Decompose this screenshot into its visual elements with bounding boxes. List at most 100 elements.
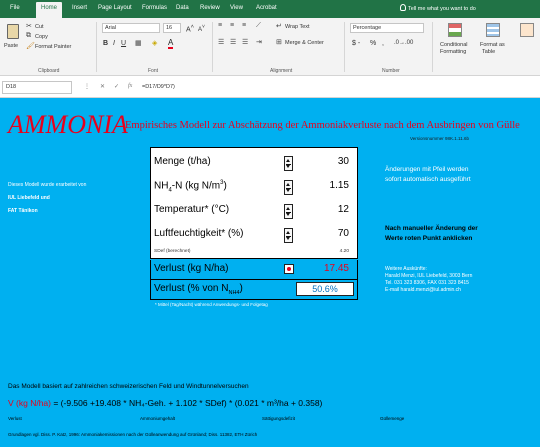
sdef-label: SDef (berechnet): [154, 249, 191, 254]
group-divider: [344, 22, 345, 72]
tab-data[interactable]: Data: [176, 5, 189, 11]
tell-me-box[interactable]: Tell me what you want to do: [400, 4, 476, 12]
align-left-icon[interactable]: ☰: [218, 38, 224, 46]
format-as-table-label-2: Table: [482, 49, 496, 55]
grow-font-icon[interactable]: A˄: [186, 24, 194, 33]
author-note-iul: IUL Liebefeld und: [8, 195, 50, 201]
formula-input[interactable]: =D17/D9*D7): [142, 84, 175, 90]
percent-button[interactable]: %: [370, 40, 376, 47]
menge-spinner[interactable]: [284, 156, 293, 171]
cancel-icon[interactable]: ✕: [100, 83, 105, 90]
loss-percent-label-close: ): [239, 283, 243, 294]
tab-home[interactable]: Home: [36, 2, 63, 18]
increase-decimal-button[interactable]: .0→.00: [394, 40, 413, 46]
cell-styles-icon[interactable]: [520, 23, 534, 37]
borders-icon[interactable]: ▦: [135, 39, 142, 47]
insert-function-icon[interactable]: fx: [128, 83, 132, 89]
recalculate-button[interactable]: [284, 264, 294, 274]
font-size-value: 16: [166, 25, 173, 31]
luftfeuchtigkeit-label: Luftfeuchtigkeit* (%): [154, 228, 244, 239]
name-box[interactable]: D18: [2, 81, 72, 94]
comma-button[interactable]: ,: [382, 40, 384, 47]
model-title: AMMONIA: [8, 110, 128, 139]
bold-button[interactable]: B: [103, 40, 108, 47]
nh4n-label: NH4-N (kg N/m3): [154, 180, 227, 194]
loss-percent-label-sub: NH4: [228, 290, 240, 296]
tab-view[interactable]: View: [230, 5, 243, 11]
underline-button[interactable]: U: [121, 40, 126, 47]
nh4n-spinner[interactable]: [284, 180, 293, 195]
legend-verlust: Verlust: [8, 416, 22, 421]
number-format-value: Percentage: [353, 25, 382, 31]
info-arrow-2: sofort automatisch ausgeführt: [385, 176, 471, 183]
align-right-icon[interactable]: ☰: [242, 38, 248, 46]
indent-icon[interactable]: ⇥: [256, 38, 262, 46]
wrap-text-button[interactable]: Wrap Text: [285, 24, 310, 30]
format-as-table-button[interactable]: Format as: [480, 42, 505, 48]
currency-button[interactable]: $ -: [352, 40, 360, 47]
format-painter-icon: 🖌: [26, 43, 35, 50]
legend-saettigung: Sättigungsdefizit: [262, 416, 296, 421]
fill-color-icon[interactable]: ◈: [152, 39, 157, 47]
spin-down-icon: [286, 189, 290, 192]
font-name-value: Arial: [105, 25, 117, 31]
info-manual-2: Werte roten Punkt anklicken: [385, 235, 473, 242]
legend-ammonium: Ammoniumgehalt: [140, 416, 176, 421]
paste-button[interactable]: Paste: [4, 22, 22, 58]
temperatur-spinner[interactable]: [284, 204, 293, 219]
format-as-table-icon: [486, 23, 500, 37]
loss-row: Verlust (kg N/ha) 17.45: [150, 260, 358, 280]
conditional-formatting-icon: [448, 23, 462, 37]
enter-icon[interactable]: ✓: [114, 83, 119, 90]
loss-percent-label: Verlust (% von NNH4): [154, 283, 243, 296]
luftfeuchtigkeit-value[interactable]: 70: [338, 228, 349, 239]
loss-label: Verlust (kg N/ha): [154, 263, 229, 274]
format-painter-button[interactable]: Format Painter: [35, 44, 71, 50]
spin-up-icon: [286, 159, 290, 162]
loss-percent-label-text: Verlust (% von N: [154, 283, 229, 294]
contact-name: Harald Menzi, IUL Liebefeld, 3003 Bern: [385, 273, 473, 279]
shrink-font-icon[interactable]: A˅: [198, 24, 205, 33]
paste-label: Paste: [4, 43, 19, 49]
cut-button[interactable]: Cut: [35, 24, 44, 30]
sdef-value: 4.20: [339, 249, 349, 254]
luftfeuchtigkeit-spinner[interactable]: [284, 228, 293, 243]
spin-down-icon: [286, 213, 290, 216]
copy-button[interactable]: Copy: [35, 34, 48, 40]
tab-insert[interactable]: Insert: [72, 5, 87, 11]
red-dot-icon: [287, 267, 291, 271]
align-center-icon[interactable]: ☰: [230, 38, 236, 46]
tab-file[interactable]: File: [10, 5, 20, 11]
font-color-icon[interactable]: A: [168, 39, 174, 49]
contact-email[interactable]: E-mail harald.menzi@iul.admin.ch: [385, 287, 461, 293]
contact-heading: Weitere Auskünfte:: [385, 266, 427, 272]
version-number: Versionsnummer 98K.1.11.6b: [410, 136, 469, 141]
conditional-formatting-button[interactable]: Conditional: [440, 42, 468, 48]
input-panel: Menge (t/ha) 30 NH4-N (kg N/m3) 1.15 Tem…: [150, 147, 358, 259]
menge-value[interactable]: 30: [338, 156, 349, 167]
orientation-icon[interactable]: ⟋: [256, 22, 261, 30]
footnote: * Mittel (Tag/Nacht) während Anwendungs-…: [155, 302, 268, 307]
info-manual-1: Nach manueller Änderung der: [385, 225, 478, 232]
align-middle-icon[interactable]: ≡: [230, 22, 234, 29]
italic-button[interactable]: I: [113, 40, 115, 47]
model-formula: V (kg N/ha) = (-9.506 +19.408 * NH₄-Geh.…: [8, 398, 322, 408]
font-name-select[interactable]: Arial: [102, 23, 160, 33]
font-group-label: Font: [148, 68, 159, 74]
contact-phone: Tel. 031 323 8306, FAX 031 323 8415: [385, 280, 469, 286]
align-top-icon[interactable]: ≡: [218, 22, 222, 29]
spin-down-icon: [286, 165, 290, 168]
font-size-select[interactable]: 16: [163, 23, 181, 33]
spin-up-icon: [286, 231, 290, 234]
literature-reference: Grundlagen vgl. Diss. P. Katz, 1996: Amm…: [8, 432, 258, 437]
tab-review[interactable]: Review: [200, 5, 220, 11]
tab-page-layout[interactable]: Page Layout: [98, 5, 132, 11]
align-bottom-icon[interactable]: ≡: [242, 22, 246, 29]
temperatur-value[interactable]: 12: [338, 204, 349, 215]
formula-lhs: V (kg N/ha): [8, 398, 51, 408]
merge-center-button[interactable]: Merge & Center: [285, 40, 324, 46]
tab-acrobat[interactable]: Acrobat: [256, 5, 277, 11]
tab-formulas[interactable]: Formulas: [142, 5, 167, 11]
number-format-select[interactable]: Percentage: [350, 23, 424, 33]
nh4n-value[interactable]: 1.15: [330, 180, 349, 191]
